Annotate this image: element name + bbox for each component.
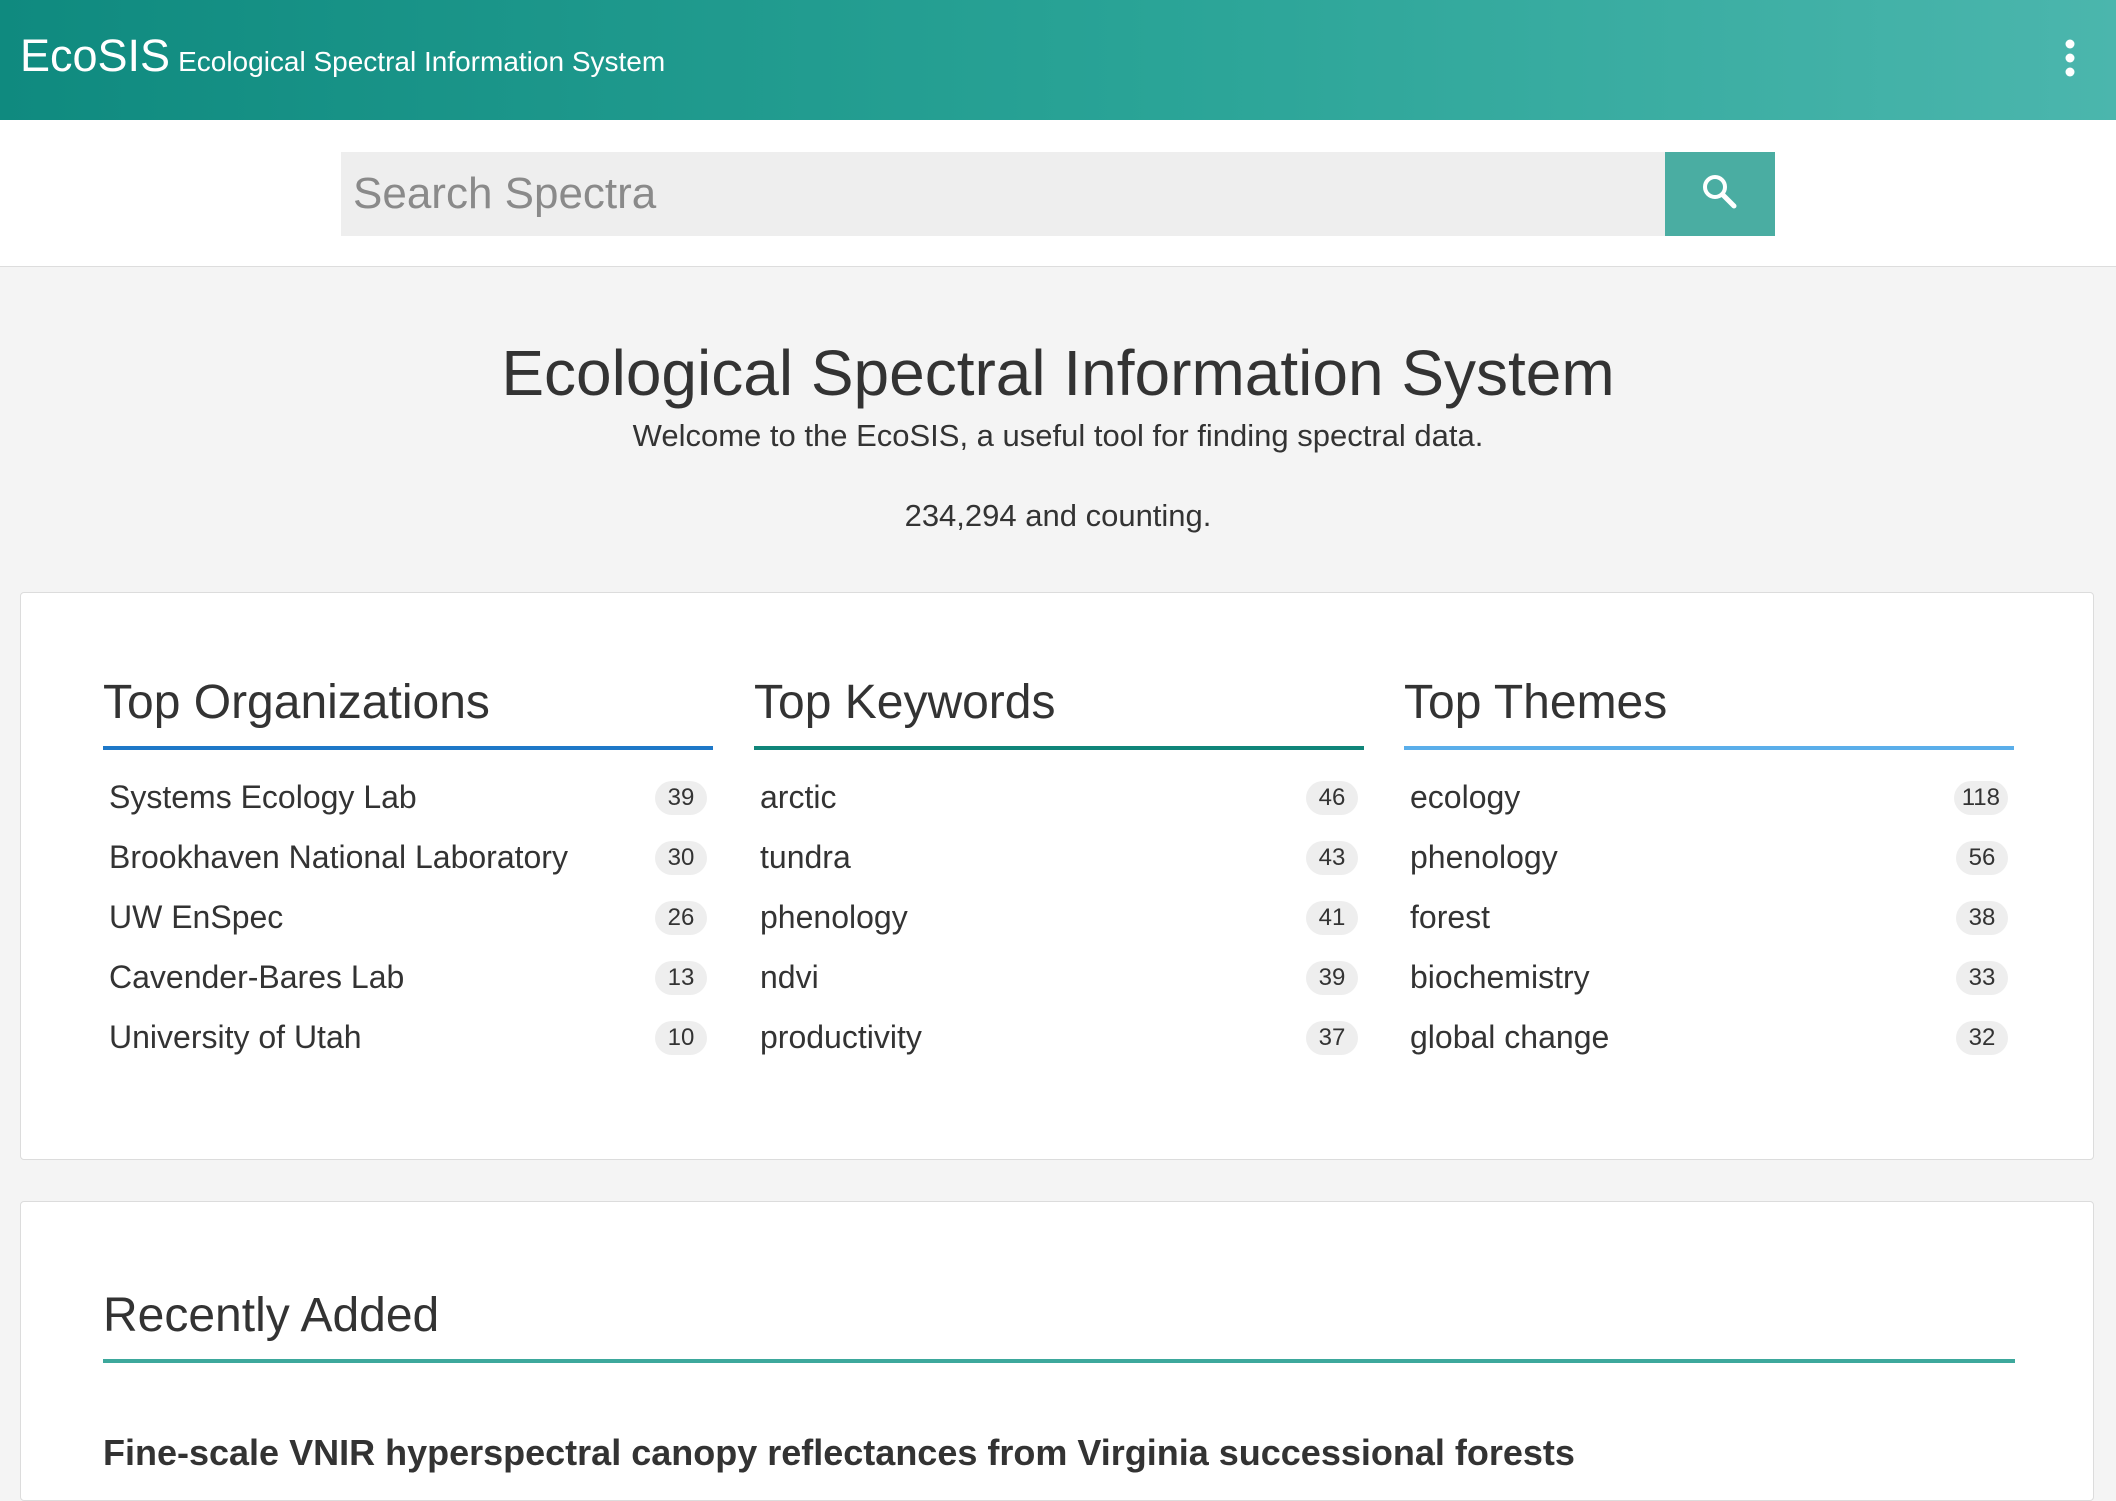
top-themes-section: Top Themes ecology 118 phenology 56 fore…: [1404, 676, 2014, 1068]
theme-label: forest: [1410, 899, 1491, 936]
search-button[interactable]: [1665, 152, 1775, 236]
recently-added-heading: Recently Added: [103, 1289, 2015, 1363]
keyword-label: tundra: [760, 839, 851, 876]
count-badge: 10: [655, 1020, 707, 1055]
organizations-list: Systems Ecology Lab 39 Brookhaven Nation…: [103, 768, 713, 1068]
keyword-item[interactable]: ndvi 39: [754, 948, 1364, 1008]
organization-label: Systems Ecology Lab: [109, 779, 417, 816]
theme-label: ecology: [1410, 779, 1521, 816]
brand-subtitle[interactable]: Ecological Spectral Information System: [178, 46, 665, 77]
organization-label: Brookhaven National Laboratory: [109, 839, 568, 876]
top-organizations-heading: Top Organizations: [103, 676, 713, 750]
count-badge: 43: [1306, 840, 1358, 875]
theme-item[interactable]: forest 38: [1404, 888, 2014, 948]
count-badge: 30: [655, 840, 707, 875]
keywords-list: arctic 46 tundra 43 phenology 41 ndvi 39…: [754, 768, 1364, 1068]
count-badge: 32: [1956, 1020, 2008, 1055]
keyword-label: ndvi: [760, 959, 819, 996]
organization-item[interactable]: Cavender-Bares Lab 13: [103, 948, 713, 1008]
keyword-item[interactable]: arctic 46: [754, 768, 1364, 828]
theme-label: phenology: [1410, 839, 1558, 876]
count-badge: 13: [655, 960, 707, 995]
theme-item[interactable]: ecology 118: [1404, 768, 2014, 828]
count-badge: 39: [655, 780, 707, 815]
theme-label: biochemistry: [1410, 959, 1590, 996]
count-badge: 56: [1956, 840, 2008, 875]
theme-label: global change: [1410, 1019, 1610, 1056]
app-header: EcoSIS Ecological Spectral Information Sy…: [0, 0, 2116, 120]
count-badge: 118: [1953, 780, 2008, 815]
organization-label: University of Utah: [109, 1019, 362, 1056]
count-badge: 39: [1306, 960, 1358, 995]
count-badge: 38: [1956, 900, 2008, 935]
search-bar: [0, 120, 2116, 267]
count-badge: 37: [1306, 1020, 1358, 1055]
search-icon: [1700, 172, 1740, 217]
count-badge: 41: [1306, 900, 1358, 935]
count-badge: 26: [655, 900, 707, 935]
brand-logo[interactable]: EcoSIS: [20, 30, 170, 81]
top-themes-heading: Top Themes: [1404, 676, 2014, 750]
more-vert-icon: [2063, 38, 2077, 83]
organization-label: UW EnSpec: [109, 899, 284, 936]
dataset-title-link[interactable]: Fine-scale VNIR hyperspectral canopy ref…: [103, 1432, 1575, 1474]
theme-item[interactable]: biochemistry 33: [1404, 948, 2014, 1008]
page-title: Ecological Spectral Information System: [501, 337, 1615, 409]
keyword-label: productivity: [760, 1019, 922, 1056]
welcome-text: Welcome to the EcoSIS, a useful tool for…: [632, 418, 1484, 453]
top-keywords-heading: Top Keywords: [754, 676, 1364, 750]
organization-label: Cavender-Bares Lab: [109, 959, 405, 996]
count-badge: 46: [1306, 780, 1358, 815]
organization-item[interactable]: University of Utah 10: [103, 1008, 713, 1068]
keyword-label: phenology: [760, 899, 908, 936]
theme-item[interactable]: global change 32: [1404, 1008, 2014, 1068]
search-input[interactable]: [341, 152, 1665, 236]
themes-list: ecology 118 phenology 56 forest 38 bioch…: [1404, 768, 2014, 1068]
top-keywords-section: Top Keywords arctic 46 tundra 43 phenolo…: [754, 676, 1364, 1068]
brand[interactable]: EcoSIS Ecological Spectral Information Sy…: [20, 30, 665, 82]
organization-item[interactable]: UW EnSpec 26: [103, 888, 713, 948]
theme-item[interactable]: phenology 56: [1404, 828, 2014, 888]
count-badge: 33: [1956, 960, 2008, 995]
keyword-item[interactable]: tundra 43: [754, 828, 1364, 888]
recently-added-card: Recently Added Fine-scale VNIR hyperspec…: [20, 1201, 2094, 1501]
keyword-item[interactable]: productivity 37: [754, 1008, 1364, 1068]
top-organizations-section: Top Organizations Systems Ecology Lab 39…: [103, 676, 713, 1068]
tops-card: Top Organizations Systems Ecology Lab 39…: [20, 592, 2094, 1160]
more-menu-button[interactable]: [2046, 36, 2094, 84]
keyword-item[interactable]: phenology 41: [754, 888, 1364, 948]
keyword-label: arctic: [760, 779, 837, 816]
organization-item[interactable]: Systems Ecology Lab 39: [103, 768, 713, 828]
organization-item[interactable]: Brookhaven National Laboratory 30: [103, 828, 713, 888]
spectra-count: 234,294 and counting.: [904, 498, 1212, 533]
